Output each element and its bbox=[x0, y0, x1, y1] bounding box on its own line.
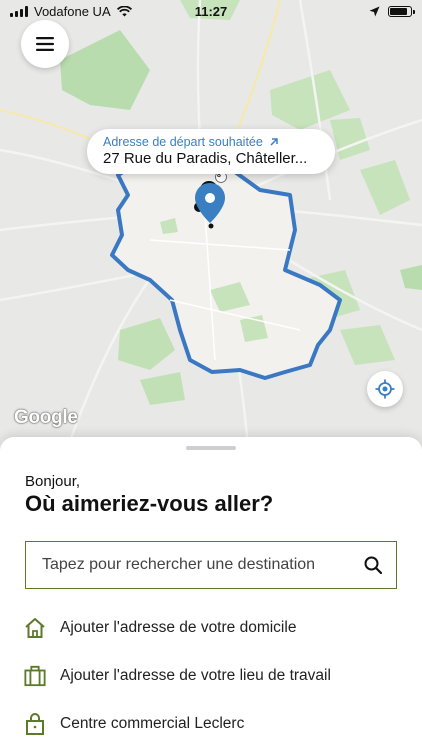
map-view[interactable]: 8 Google bbox=[0, 0, 422, 470]
search-placeholder: Tapez pour rechercher une destination bbox=[42, 556, 316, 573]
start-address-label: Adresse de départ souhaitée bbox=[103, 135, 263, 149]
saved-place-leclerc-item[interactable]: Centre commercial Leclerc bbox=[24, 709, 394, 739]
sheet-drag-handle[interactable] bbox=[186, 446, 236, 450]
arrow-up-right-icon bbox=[270, 138, 278, 146]
add-home-address-label: Ajouter l'adresse de votre domicile bbox=[60, 619, 297, 636]
search-icon[interactable] bbox=[364, 556, 382, 574]
destination-search-input[interactable]: Tapez pour rechercher une destination bbox=[25, 541, 397, 589]
shopping-bag-icon bbox=[24, 712, 46, 736]
destination-sheet[interactable]: Bonjour, Où aimeriez-vous aller? Tapez p… bbox=[0, 437, 422, 750]
google-attribution: Google bbox=[14, 407, 78, 428]
menu-button[interactable] bbox=[21, 20, 69, 68]
hamburger-menu-icon bbox=[36, 37, 54, 51]
start-location-pin-icon[interactable] bbox=[194, 182, 226, 224]
start-address-value: 27 Rue du Paradis, Châteller... bbox=[103, 150, 308, 167]
saved-place-leclerc-label: Centre commercial Leclerc bbox=[60, 715, 245, 732]
clock: 11:27 bbox=[194, 3, 228, 19]
battery-icon bbox=[388, 5, 415, 17]
home-icon bbox=[24, 616, 46, 640]
crosshair-location-icon bbox=[375, 379, 395, 399]
briefcase-icon bbox=[24, 664, 46, 688]
greeting-text: Bonjour, bbox=[25, 473, 81, 490]
map-canvas bbox=[0, 0, 422, 470]
locate-me-button[interactable] bbox=[367, 371, 403, 407]
destination-question: Où aimeriez-vous aller? bbox=[25, 491, 274, 516]
status-bar: Vodafone UA 11:27 bbox=[0, 0, 422, 22]
start-address-bubble[interactable]: Adresse de départ souhaitée 27 Rue du Pa… bbox=[87, 129, 335, 174]
add-home-address-item[interactable]: Ajouter l'adresse de votre domicile bbox=[24, 613, 394, 643]
add-work-address-label: Ajouter l'adresse de votre lieu de trava… bbox=[60, 667, 331, 684]
add-work-address-item[interactable]: Ajouter l'adresse de votre lieu de trava… bbox=[24, 661, 394, 691]
